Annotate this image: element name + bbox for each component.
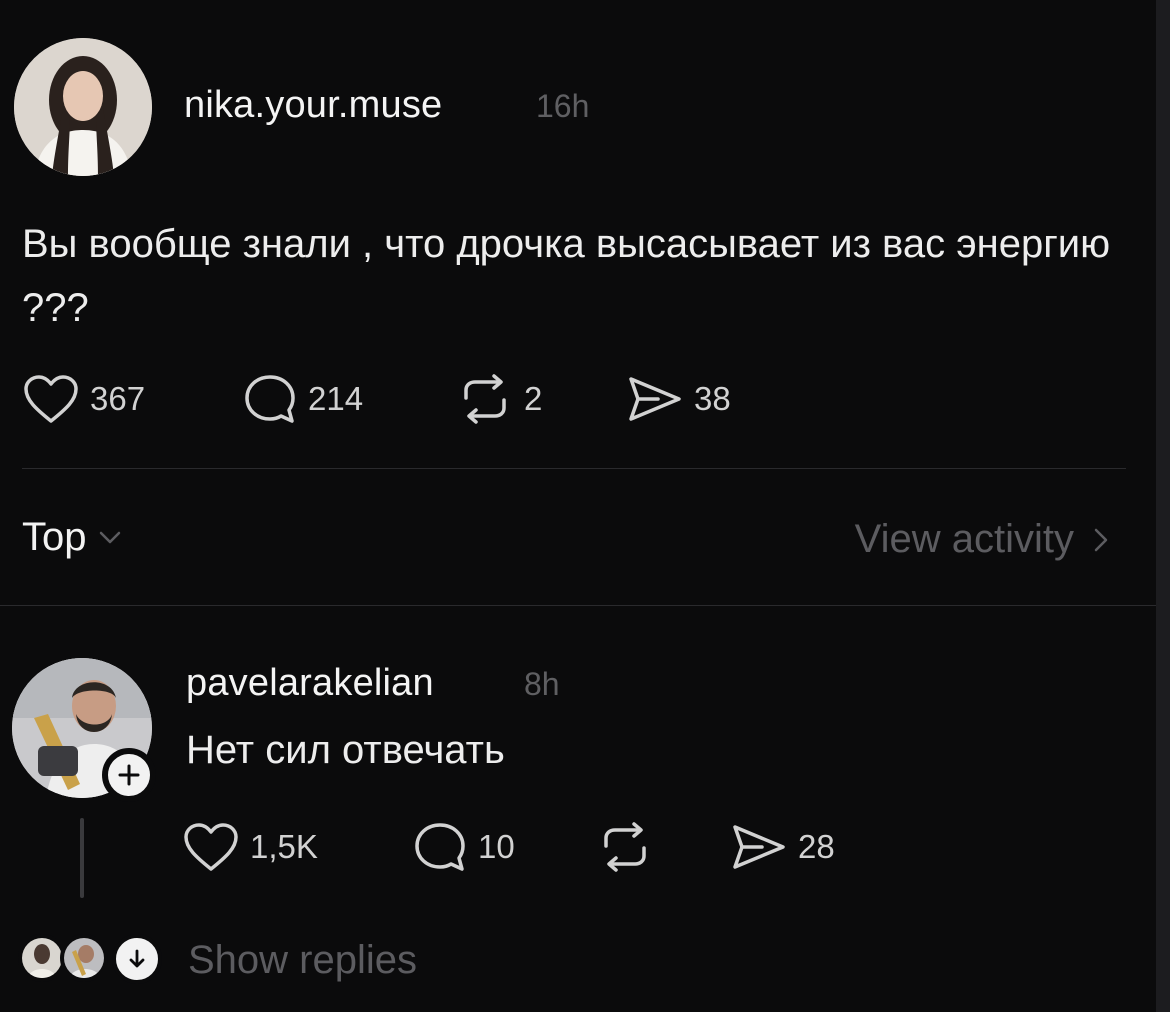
view-activity-link[interactable]: View activity <box>855 517 1108 562</box>
reply-body-text: Нет сил отвечать <box>186 728 505 772</box>
comment-bubble-icon <box>245 375 295 423</box>
replier-avatar <box>18 934 66 982</box>
sort-dropdown[interactable]: Top <box>22 515 121 560</box>
show-replies-toggle[interactable] <box>112 934 162 984</box>
sort-label: Top <box>22 515 87 559</box>
post-author-avatar[interactable] <box>14 38 152 176</box>
post-timestamp: 16h <box>536 88 590 124</box>
repost-icon <box>464 374 506 424</box>
view-activity-label: View activity <box>854 517 1074 561</box>
replier-avatars[interactable] <box>18 934 162 986</box>
repost-count: 2 <box>524 380 543 417</box>
post-divider <box>22 468 1126 469</box>
reply-action-bar: 1,5K 10 28 <box>182 820 890 874</box>
comment-bubble-icon <box>415 823 465 871</box>
thread-screen: nika.your.muse 16h Вы вообще знали , что… <box>0 0 1170 1012</box>
reply-repost-button[interactable] <box>596 820 730 874</box>
reply-like-button[interactable]: 1,5K <box>182 821 412 873</box>
post-action-bar: 367 214 2 38 <box>22 372 786 426</box>
arrow-down-icon <box>129 949 145 968</box>
reply-timestamp: 8h <box>524 666 560 702</box>
like-count: 367 <box>90 380 146 417</box>
heart-icon <box>184 823 238 871</box>
comment-count: 214 <box>308 380 364 417</box>
share-send-icon <box>733 825 785 869</box>
comment-button[interactable]: 214 <box>242 372 456 426</box>
share-send-icon <box>629 377 681 421</box>
reply-share-button[interactable]: 28 <box>730 821 890 873</box>
repost-button[interactable]: 2 <box>456 372 626 426</box>
reply-comment-button[interactable]: 10 <box>412 820 596 874</box>
thread-connector-line <box>80 818 84 898</box>
reply-share-count: 28 <box>798 828 835 865</box>
like-button[interactable]: 367 <box>22 373 242 425</box>
follow-button[interactable] <box>102 748 156 802</box>
filter-divider <box>0 605 1156 606</box>
show-replies-link[interactable]: Show replies <box>188 938 417 983</box>
screen-edge <box>1156 0 1170 1012</box>
post-author-username[interactable]: nika.your.muse <box>184 84 442 127</box>
plus-icon <box>118 764 140 786</box>
replier-avatar <box>60 934 108 982</box>
reply-comment-count: 10 <box>478 828 515 865</box>
share-button[interactable]: 38 <box>626 373 786 425</box>
chevron-down-icon <box>99 531 120 543</box>
repost-icon <box>604 822 646 872</box>
heart-icon <box>24 375 78 423</box>
reply-author-username[interactable]: pavelarakelian <box>186 662 434 705</box>
chevron-right-icon <box>1094 528 1108 551</box>
post-body-text: Вы вообще знали , что дрочка высасывает … <box>22 222 1111 330</box>
reply-like-count: 1,5K <box>250 828 318 865</box>
share-count: 38 <box>694 380 731 417</box>
